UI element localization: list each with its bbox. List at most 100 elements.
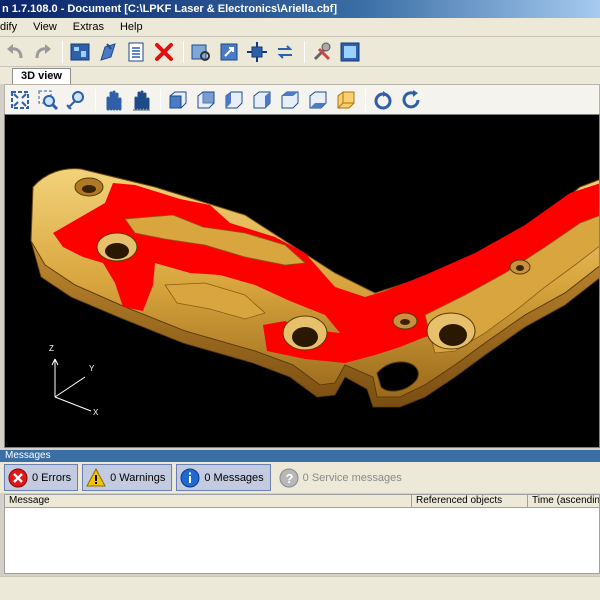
messages-grid-header: Message Referenced objects Time (ascendi… [4,494,600,508]
status-bar [0,576,600,600]
hole [392,312,418,330]
messages-title: Messages [5,450,51,461]
redo-button[interactable] [30,39,56,65]
svg-text:?: ? [285,471,293,486]
view-back-button[interactable] [193,87,219,113]
zoom-button[interactable] [35,87,61,113]
hole [509,259,531,275]
errors-filter-button[interactable]: 0 Errors [4,464,79,491]
connect-button[interactable] [272,39,298,65]
hole [426,312,476,350]
view-left-button[interactable] [221,87,247,113]
column-message[interactable]: Message [5,495,412,507]
errors-label: 0 Errors [32,471,72,484]
list-button[interactable] [123,39,149,65]
view-front-button[interactable] [165,87,191,113]
hole [282,315,328,351]
zoom-icon [38,90,59,110]
error-icon [8,468,28,488]
toolbar-separator [62,40,63,63]
axis-label-y: Y [89,364,95,373]
move-part-button[interactable] [244,39,270,65]
tools-icon [313,42,331,60]
view-zoom-icon [191,44,210,61]
toolbar-separator [365,88,366,111]
export-button[interactable] [95,39,121,65]
rotate-icon [374,90,392,109]
rotate-button[interactable] [370,87,396,113]
view-right-button[interactable] [249,87,275,113]
tab-strip: 3D view [0,67,600,84]
toolbar-separator [304,40,305,63]
undo-button[interactable] [2,39,28,65]
undo-icon [7,43,23,58]
pan-button[interactable] [100,87,126,113]
refresh-icon [402,89,420,108]
view-back-icon [197,91,215,108]
zoom-fit-button[interactable] [7,87,33,113]
hole [74,177,104,197]
view-front-icon [169,91,187,108]
window-button[interactable] [337,39,363,65]
menu-help[interactable]: Help [112,18,151,37]
warning-icon [86,467,106,488]
view-left-icon [225,91,243,108]
view-transform-icon [220,43,238,60]
axis-label-x: X [93,408,99,417]
toolbar-separator [160,88,161,111]
view-top-button[interactable] [277,87,303,113]
delete-button[interactable] [151,39,177,65]
messages-grid [4,508,600,574]
zoom-fit-icon [11,90,29,109]
column-time[interactable]: Time (ascending) [528,495,599,507]
info-icon [180,468,200,488]
view-zoom-button[interactable] [188,39,214,65]
messages-filter-button[interactable]: 0 Messages [176,464,271,491]
warnings-filter-button[interactable]: 0 Warnings [82,464,173,491]
view-iso-icon [337,91,355,108]
move-part-icon [247,41,267,62]
zoom-move-button[interactable] [63,87,89,113]
zoom-move-icon [66,90,84,110]
view-bottom-icon [309,91,327,108]
menu-bar: dify View Extras Help [0,18,600,37]
column-referenced-objects[interactable]: Referenced objects [412,495,528,507]
redo-icon [35,43,51,58]
warnings-label: 0 Warnings [110,471,166,484]
3d-model-render: Z Y X [30,168,599,417]
view-right-icon [253,91,271,108]
menu-extras[interactable]: Extras [65,18,112,37]
pan-2-button[interactable] [128,87,154,113]
refresh-button[interactable] [398,87,424,113]
axis-label-z: Z [49,344,54,353]
export-icon [100,42,116,61]
pan-hand-icon [106,90,122,110]
pan-hand-2-icon [133,90,150,110]
title-bar: n 1.7.108.0 - Document [C:\LPKF Laser & … [0,0,600,18]
view-transform-button[interactable] [216,39,242,65]
question-icon: ? [279,468,299,488]
view-bottom-button[interactable] [305,87,331,113]
connect-icon [277,44,293,59]
view-iso-button[interactable] [333,87,359,113]
view-top-icon [281,91,299,108]
service-messages-filter-button[interactable]: ? 0 Service messages [275,464,409,491]
pcb-button[interactable] [67,39,93,65]
toolbar-separator [183,40,184,63]
pcb-icon [70,43,90,60]
messages-toolbar: 0 Errors 0 Warnings 0 Messages ? 0 Servi… [0,462,600,493]
window-icon [340,42,360,61]
tab-3d-view[interactable]: 3D view [12,68,71,84]
service-messages-label: 0 Service messages [302,471,402,484]
messages-label: 0 Messages [204,471,264,484]
tools-button[interactable] [309,39,335,65]
delete-icon [155,42,173,61]
3d-viewport[interactable]: Z Y X [4,114,600,448]
main-toolbar [0,37,600,67]
window-title: n 1.7.108.0 - Document [C:\LPKF Laser & … [2,3,337,15]
menu-modify[interactable]: dify [0,18,25,37]
menu-view[interactable]: View [25,18,65,37]
hole [96,232,138,262]
axis-gizmo [51,358,92,412]
view-toolbar [4,84,600,114]
